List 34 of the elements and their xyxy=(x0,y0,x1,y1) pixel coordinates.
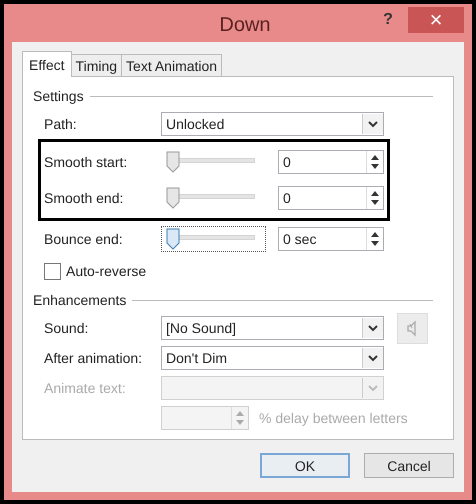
tab[interactable]: Effect xyxy=(22,51,72,77)
checkbox-label: Auto-reverse xyxy=(66,263,146,279)
field-label: After animation: xyxy=(44,350,144,366)
field-label: Sound: xyxy=(44,320,90,336)
section-heading: Settings xyxy=(33,88,84,104)
dropdown[interactable]: [No Sound] xyxy=(161,316,384,340)
dialog-button[interactable]: OK xyxy=(260,453,350,478)
slider-thumb[interactable] xyxy=(166,228,180,250)
field-label: Bounce end: xyxy=(44,231,124,247)
window-title: Down xyxy=(218,13,272,37)
spin-box[interactable]: 0 sec xyxy=(278,227,384,251)
checkbox[interactable] xyxy=(44,262,61,280)
field-label: Animate text: xyxy=(44,380,127,396)
slider-thumb[interactable] xyxy=(166,151,180,173)
field-label: Smooth start: xyxy=(44,154,128,170)
chevron-icon xyxy=(362,348,383,368)
field-label: % delay between letters xyxy=(259,410,408,426)
field-label: Smooth end: xyxy=(44,190,124,206)
dropdown[interactable]: Don't Dim xyxy=(161,346,384,370)
speaker-icon[interactable] xyxy=(397,312,428,344)
help-button[interactable]: ? xyxy=(368,4,408,32)
spin-box[interactable]: 0 xyxy=(278,150,384,174)
spin-box[interactable]: 0 xyxy=(278,186,384,210)
tab[interactable]: Timing xyxy=(70,54,122,76)
close-button[interactable]: × xyxy=(408,7,464,33)
tab[interactable]: Text Animation xyxy=(121,54,222,76)
field-label: Path: xyxy=(44,116,78,132)
dialog-button[interactable]: Cancel xyxy=(364,453,454,478)
chevron-icon xyxy=(362,114,383,134)
slider-thumb[interactable] xyxy=(166,187,180,209)
section-heading: Enhancements xyxy=(33,292,126,308)
path-dropdown[interactable]: Unlocked xyxy=(161,112,384,136)
chevron-icon xyxy=(362,318,383,338)
slider[interactable] xyxy=(161,226,266,252)
